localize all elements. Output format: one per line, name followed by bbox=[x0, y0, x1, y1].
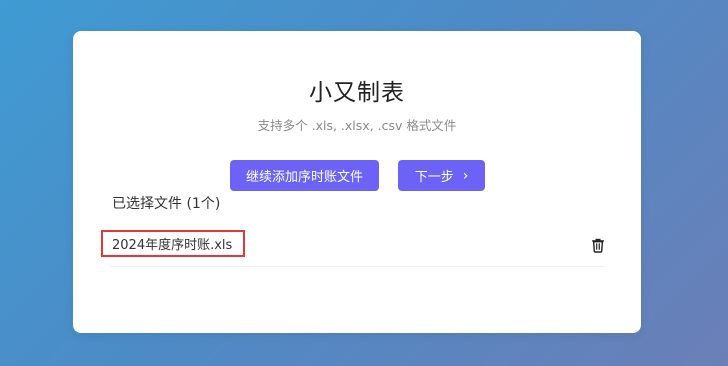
next-step-button-label: 下一步 bbox=[414, 170, 454, 185]
trash-icon[interactable] bbox=[590, 237, 606, 253]
page-title: 小又制表 bbox=[309, 80, 405, 106]
upload-card: 小又制表 支持多个 .xls, .xlsx, .csv 格式文件 继续添加序时账… bbox=[73, 31, 641, 333]
file-list-item: 2024年度序时账.xls bbox=[101, 230, 606, 267]
file-name-highlight: 2024年度序时账.xls bbox=[101, 230, 245, 257]
page-subtitle: 支持多个 .xls, .xlsx, .csv 格式文件 bbox=[257, 118, 457, 133]
add-file-button[interactable]: 继续添加序时账文件 bbox=[230, 160, 379, 191]
chevron-right-icon: › bbox=[462, 167, 469, 184]
add-file-button-label: 继续添加序时账文件 bbox=[245, 170, 363, 185]
next-step-button[interactable]: 下一步 › bbox=[398, 160, 485, 191]
selected-files-heading: 已选择文件 (1个) bbox=[112, 196, 221, 212]
file-name: 2024年度序时账.xls bbox=[112, 238, 233, 253]
